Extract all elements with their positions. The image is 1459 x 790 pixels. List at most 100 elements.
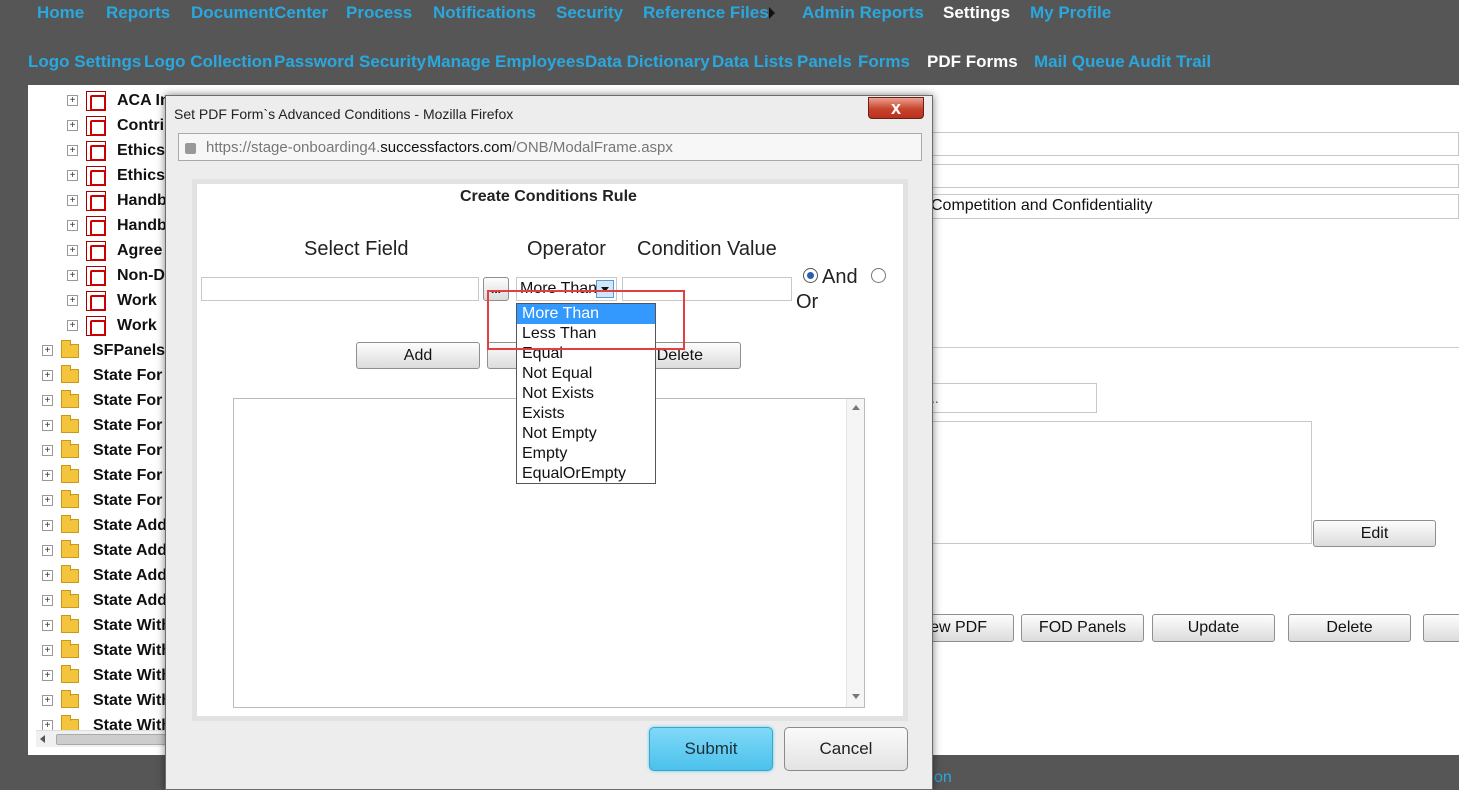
subnav-logo-collection[interactable]: Logo Collection: [144, 52, 272, 72]
subnav-manage-employees[interactable]: Manage Employees: [427, 52, 585, 72]
expand-icon[interactable]: +: [67, 270, 78, 281]
tree-folder[interactable]: + State For: [42, 488, 162, 513]
expand-icon[interactable]: +: [42, 445, 53, 456]
tree-pdf-item[interactable]: + Ethics: [67, 163, 165, 188]
delete-button[interactable]: Delete: [1288, 614, 1411, 642]
expand-icon[interactable]: +: [42, 345, 53, 356]
more-button[interactable]: [1423, 614, 1459, 642]
list-scrollbar[interactable]: [846, 399, 864, 707]
option-not-equal[interactable]: Not Equal: [517, 364, 655, 384]
tree-pdf-item[interactable]: + Ethics: [67, 138, 165, 163]
tree-folder[interactable]: + State For: [42, 413, 162, 438]
nav-my-profile[interactable]: My Profile: [1030, 3, 1111, 23]
expand-icon[interactable]: +: [42, 395, 53, 406]
close-button[interactable]: x: [868, 97, 924, 119]
tree-pdf-item[interactable]: + Handb: [67, 188, 167, 213]
tree-pdf-item[interactable]: + Contri: [67, 113, 164, 138]
option-exists[interactable]: Exists: [517, 404, 655, 424]
tree-folder[interactable]: + State For: [42, 438, 162, 463]
subnav-mail-queue[interactable]: Mail Queue: [1034, 52, 1125, 72]
form-field[interactable]: ..: [928, 383, 1097, 413]
add-button[interactable]: Add: [356, 342, 480, 369]
description-textarea[interactable]: [928, 421, 1312, 544]
tree-folder[interactable]: + State With: [42, 613, 171, 638]
expand-icon[interactable]: +: [67, 120, 78, 131]
expand-icon[interactable]: +: [42, 520, 53, 531]
subnav-panels[interactable]: Panels: [797, 52, 852, 72]
expand-icon[interactable]: +: [67, 95, 78, 106]
tree-pdf-item[interactable]: + ACA In: [67, 88, 170, 113]
expand-icon[interactable]: +: [67, 320, 78, 331]
nav-reference-files[interactable]: Reference Files: [643, 3, 769, 23]
expand-icon[interactable]: +: [67, 220, 78, 231]
submit-button[interactable]: Submit: [649, 727, 773, 771]
nav-notifications[interactable]: Notifications: [433, 3, 536, 23]
nav-security[interactable]: Security: [556, 3, 623, 23]
option-equal-or-empty[interactable]: EqualOrEmpty: [517, 464, 655, 484]
subnav-forms[interactable]: Forms: [858, 52, 910, 72]
edit-button[interactable]: Edit: [1313, 520, 1436, 547]
scroll-down-icon[interactable]: [852, 694, 860, 699]
form-field[interactable]: [928, 132, 1459, 156]
select-field-input[interactable]: [201, 277, 479, 301]
scrollbar-thumb[interactable]: [56, 734, 166, 745]
footer-link[interactable]: on: [934, 769, 952, 787]
expand-icon[interactable]: +: [67, 145, 78, 156]
expand-icon[interactable]: +: [42, 620, 53, 631]
tree-pdf-item[interactable]: + Handb: [67, 213, 167, 238]
tree-folder[interactable]: + State With: [42, 638, 171, 663]
tree-folder[interactable]: + SFPanels: [42, 338, 165, 363]
subnav-data-lists[interactable]: Data Lists: [712, 52, 793, 72]
expand-icon[interactable]: +: [42, 570, 53, 581]
tree-pdf-item[interactable]: + Non-D: [67, 263, 165, 288]
tree-folder[interactable]: + State For: [42, 363, 162, 388]
or-radio[interactable]: [871, 268, 886, 283]
tree-horizontal-scrollbar[interactable]: [36, 730, 170, 747]
expand-icon[interactable]: +: [42, 695, 53, 706]
subnav-password-security[interactable]: Password Security: [274, 52, 426, 72]
expand-icon[interactable]: +: [42, 720, 53, 730]
expand-icon[interactable]: +: [42, 370, 53, 381]
nav-documentcenter[interactable]: DocumentCenter: [191, 3, 328, 23]
form-name-field[interactable]: Competition and Confidentiality: [928, 194, 1459, 219]
and-radio[interactable]: [803, 268, 818, 283]
subnav-audit-trail[interactable]: Audit Trail: [1128, 52, 1211, 72]
form-field[interactable]: [928, 164, 1459, 188]
expand-icon[interactable]: +: [67, 170, 78, 181]
expand-icon[interactable]: +: [67, 195, 78, 206]
fod-panels-button[interactable]: FOD Panels: [1021, 614, 1144, 642]
tree-folder[interactable]: + State For: [42, 388, 162, 413]
tree-pdf-item[interactable]: + Work: [67, 313, 157, 338]
tree-folder[interactable]: + State With: [42, 713, 171, 730]
subnav-data-dictionary[interactable]: Data Dictionary: [585, 52, 710, 72]
scroll-left-icon[interactable]: [40, 735, 45, 743]
nav-admin-reports[interactable]: Admin Reports: [802, 3, 924, 23]
subnav-logo-settings[interactable]: Logo Settings: [28, 52, 141, 72]
expand-icon[interactable]: +: [42, 470, 53, 481]
nav-process[interactable]: Process: [346, 3, 412, 23]
cancel-button[interactable]: Cancel: [784, 727, 908, 771]
expand-icon[interactable]: +: [42, 645, 53, 656]
tree-folder[interactable]: + State Add: [42, 513, 167, 538]
tree-folder[interactable]: + State Add: [42, 538, 167, 563]
option-not-empty[interactable]: Not Empty: [517, 424, 655, 444]
expand-icon[interactable]: +: [67, 295, 78, 306]
tree-pdf-item[interactable]: + Work: [67, 288, 157, 313]
expand-icon[interactable]: +: [42, 420, 53, 431]
nav-home[interactable]: Home: [37, 3, 84, 23]
tree-folder[interactable]: + State Add: [42, 563, 167, 588]
scroll-up-icon[interactable]: [852, 405, 860, 410]
expand-icon[interactable]: +: [42, 670, 53, 681]
nav-reports[interactable]: Reports: [106, 3, 170, 23]
expand-icon[interactable]: +: [42, 495, 53, 506]
expand-icon[interactable]: +: [67, 245, 78, 256]
option-not-exists[interactable]: Not Exists: [517, 384, 655, 404]
expand-icon[interactable]: +: [42, 595, 53, 606]
option-empty[interactable]: Empty: [517, 444, 655, 464]
tree-folder[interactable]: + State For: [42, 463, 162, 488]
expand-icon[interactable]: +: [42, 545, 53, 556]
tree-pdf-item[interactable]: + Agree: [67, 238, 162, 263]
nav-settings[interactable]: Settings: [943, 3, 1010, 23]
tree-folder[interactable]: + State Add: [42, 588, 167, 613]
tree-folder[interactable]: + State With: [42, 663, 171, 688]
